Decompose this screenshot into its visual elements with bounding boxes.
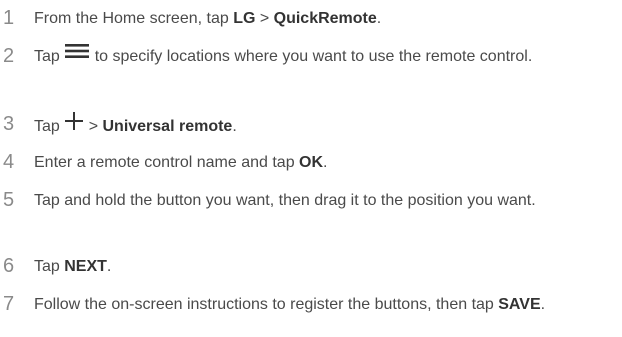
step-number: 7 [3,293,15,315]
step-number: 2 [3,45,15,67]
step-text-segment: . [376,10,382,27]
step-text-segment: . [232,118,237,136]
step-number: 1 [3,7,15,29]
step-text-segment: Tap [34,118,65,136]
step-text-segment: Enter a remote control name and tap [34,154,300,171]
menu-icon [64,43,90,67]
step-text-segment: . [323,154,328,171]
step-text: Enter a remote control name and tap OK. [34,151,614,175]
step-number: 6 [3,255,15,277]
step-text-segment: . [540,296,546,313]
step-text-segment: > [84,118,103,136]
step-number: 5 [3,189,15,211]
menu-path-universal-remote: Universal remote [102,118,233,136]
step-text-segment: Tap and hold the button you want, then d… [34,192,536,209]
step-number: 4 [3,151,15,173]
step-text-segment: Tap [34,258,65,275]
step-text: Tap and hold the button you want, then d… [34,189,614,213]
step-text-segment: Follow the on-screen instructions to reg… [34,296,499,313]
plus-icon [64,111,84,139]
step-text: Tap NEXT. [34,255,614,279]
step-text-segment: > [255,10,274,27]
step-text-segment: . [106,258,112,275]
step-text-segment: From the Home screen, tap [34,10,234,27]
step-text: Tap > Universal remote. [34,111,614,141]
step-text-segment: to specify locations where you want to u… [90,48,533,66]
save-label: SAVE [498,296,541,313]
step-text: Follow the on-screen instructions to reg… [34,293,614,317]
step-text: Tap to specify locations where you want … [34,43,614,69]
ok-label: OK [299,154,324,171]
step-text: From the Home screen, tap LG > QuickRemo… [34,7,614,31]
menu-path-quickremote: QuickRemote [273,10,377,27]
menu-path-lg: LG [233,10,256,27]
step-text-segment: Tap [34,48,65,66]
next-label: NEXT [64,258,107,275]
step-number: 3 [3,113,15,135]
